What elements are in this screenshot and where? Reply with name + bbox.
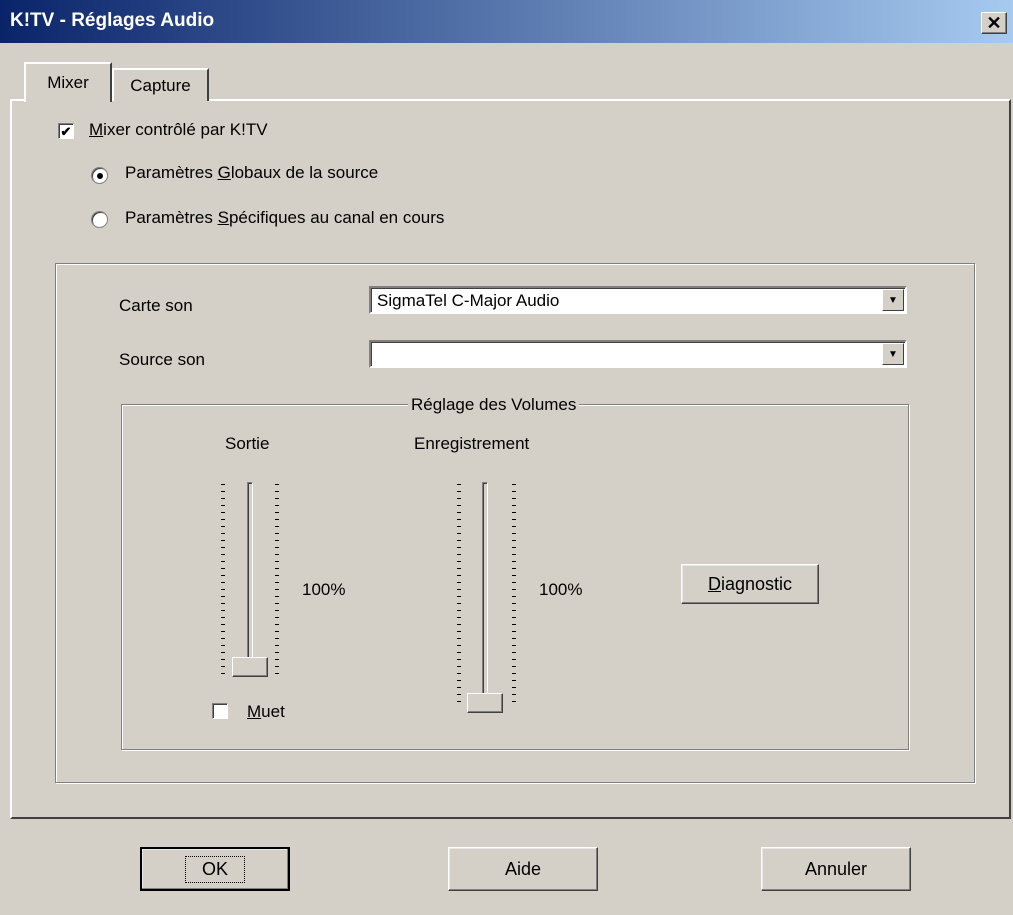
diagnostic-button[interactable]: Diagnostic	[681, 564, 819, 604]
ok-label: OK	[184, 855, 245, 883]
record-slider-track[interactable]	[482, 482, 488, 710]
tab-mixer[interactable]: Mixer	[24, 62, 112, 102]
sound-card-select[interactable]: SigmaTel C-Major Audio ▼	[369, 286, 907, 314]
tab-mixer-label: Mixer	[47, 73, 89, 92]
output-percent: 100%	[302, 580, 346, 599]
mixer-control-label: Mixer contrôlé par K!TV	[89, 120, 268, 139]
radio-specific-params-label: Paramètres Spécifiques au canal en cours	[125, 208, 445, 227]
mute-checkbox[interactable]	[212, 703, 228, 719]
mixer-control-checkbox[interactable]: ✔	[58, 123, 74, 139]
dropdown-arrow-icon[interactable]: ▼	[882, 343, 904, 365]
cancel-label: Annuler	[804, 858, 868, 879]
output-slider-thumb[interactable]	[232, 657, 268, 677]
sound-source-select[interactable]: ▼	[369, 340, 907, 368]
tab-capture[interactable]: Capture	[112, 68, 209, 101]
output-ticks-left	[221, 484, 225, 674]
radio-global-params-label: Paramètres Globaux de la source	[125, 163, 379, 182]
help-button[interactable]: Aide	[448, 847, 598, 891]
radio-global-params[interactable]	[91, 167, 108, 184]
tab-capture-label: Capture	[130, 75, 191, 95]
record-ticks-right	[512, 484, 516, 708]
record-label: Enregistrement	[414, 434, 530, 453]
dropdown-arrow-icon[interactable]: ▼	[882, 289, 904, 311]
output-ticks-right	[275, 484, 279, 674]
volumes-legend: Réglage des Volumes	[408, 395, 580, 415]
close-icon: ✕	[986, 13, 1002, 33]
close-button[interactable]: ✕	[981, 12, 1007, 34]
record-slider-thumb[interactable]	[467, 693, 503, 713]
sound-source-label: Source son	[119, 350, 205, 369]
help-label: Aide	[504, 858, 542, 879]
output-slider-track[interactable]	[247, 482, 253, 674]
sound-card-value: SigmaTel C-Major Audio	[377, 291, 560, 310]
cancel-button[interactable]: Annuler	[761, 847, 911, 891]
ok-button[interactable]: OK	[140, 847, 290, 891]
checkmark-icon: ✔	[60, 123, 72, 139]
sound-card-label: Carte son	[119, 296, 193, 315]
window-title: K!TV - Réglages Audio	[10, 10, 215, 31]
mute-label: Muet	[247, 702, 285, 721]
record-ticks-left	[457, 484, 461, 708]
output-label: Sortie	[225, 434, 270, 453]
record-percent: 100%	[539, 580, 583, 599]
radio-specific-params[interactable]	[91, 211, 108, 228]
